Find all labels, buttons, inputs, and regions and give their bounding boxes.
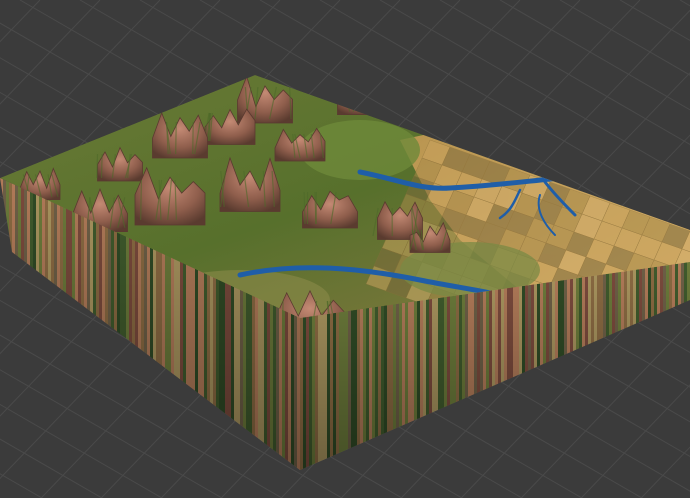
terrain-block[interactable] [0, 75, 690, 480]
3d-viewport[interactable] [0, 0, 690, 498]
viewport-canvas[interactable] [0, 0, 690, 498]
